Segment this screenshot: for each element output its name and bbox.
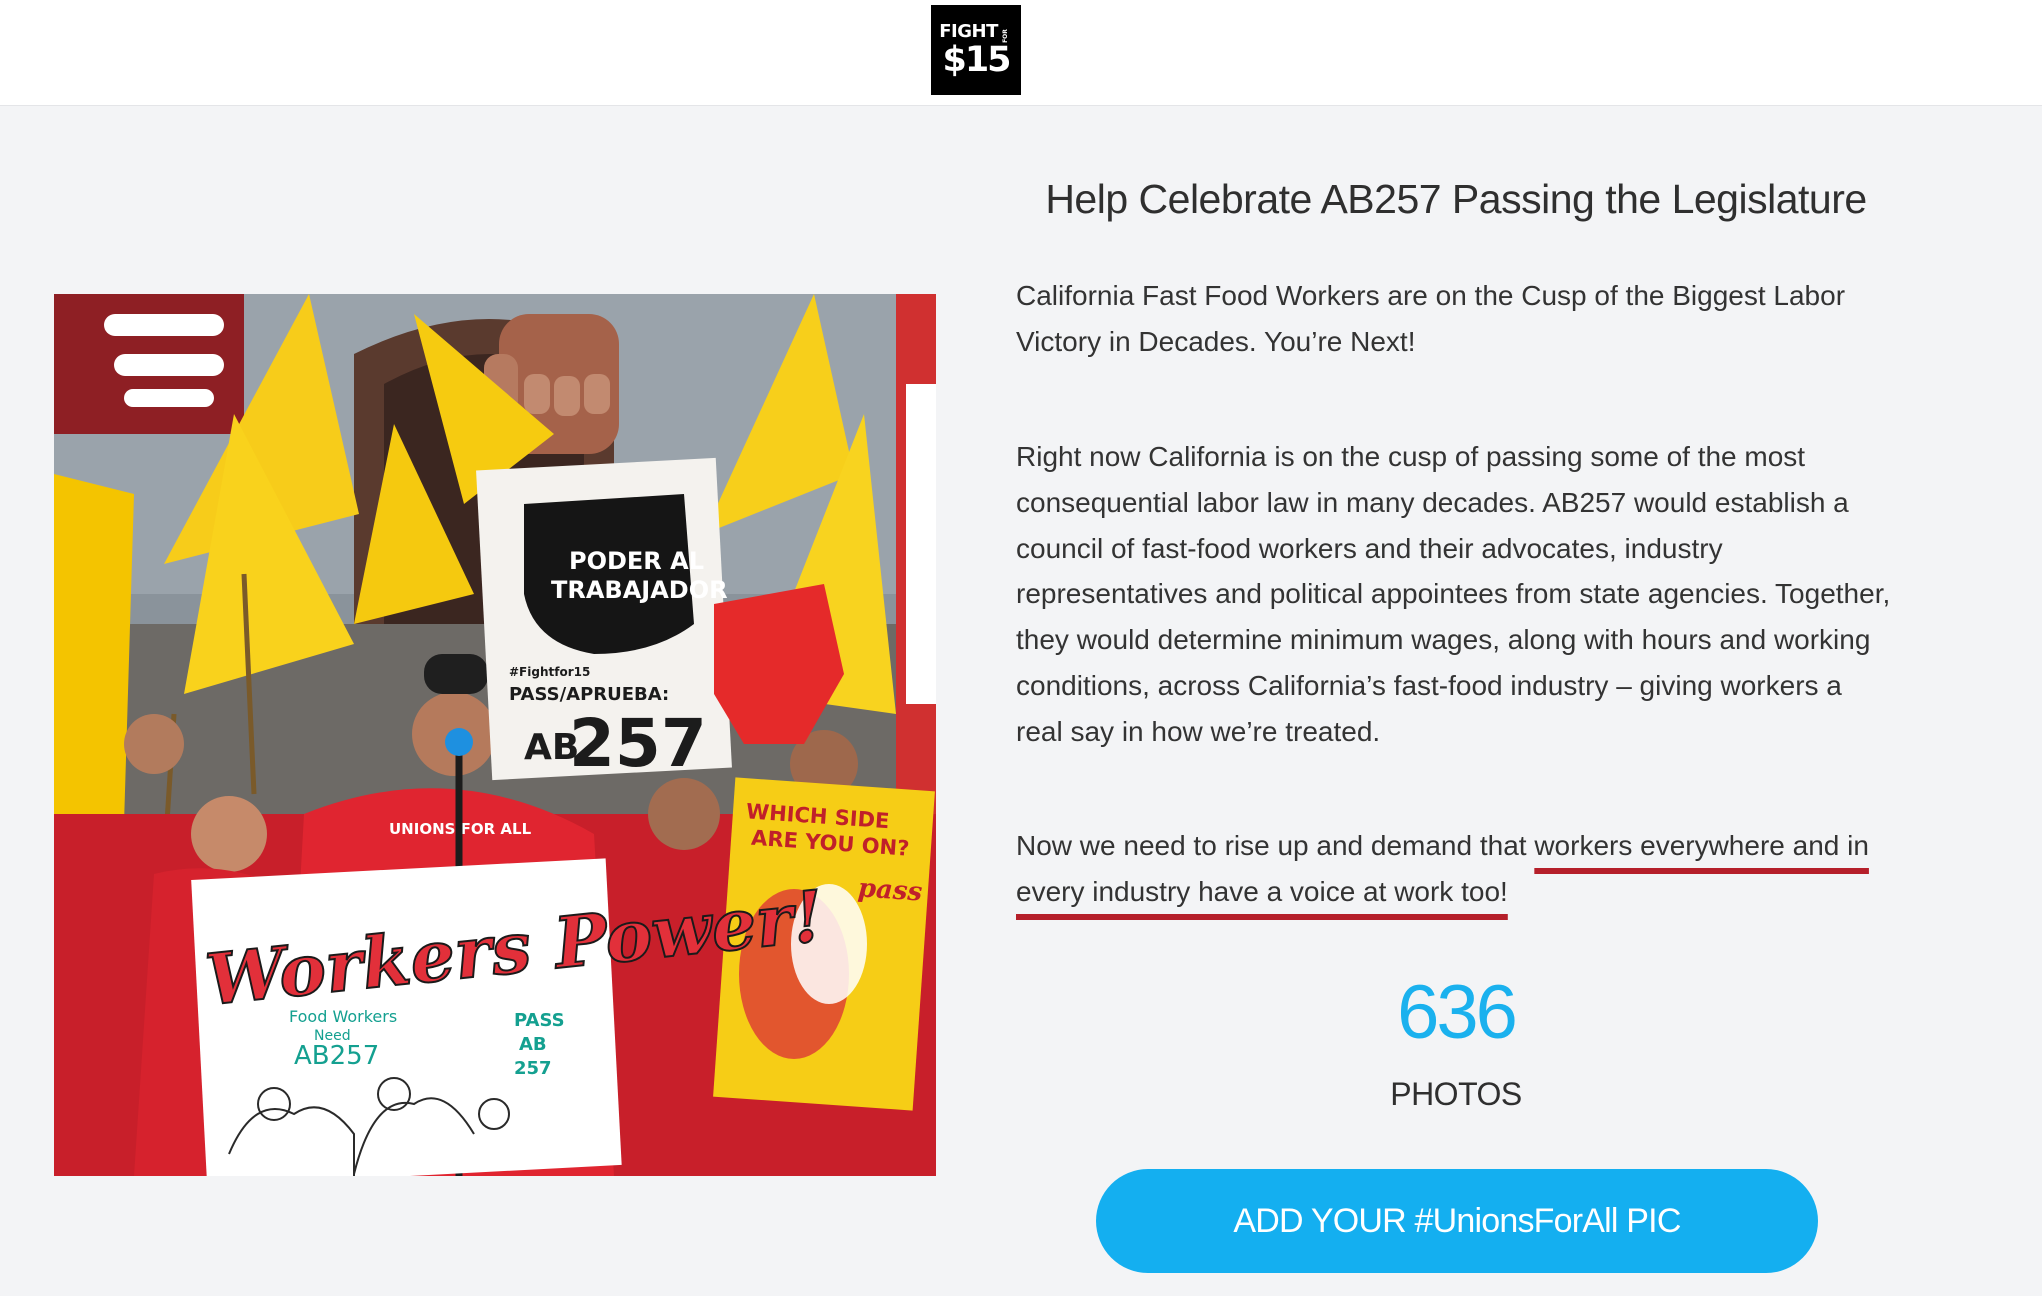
svg-text:Food Workers: Food Workers [289, 1007, 397, 1026]
site-header: FIGHT FOR $15 [0, 0, 2042, 106]
add-your-pic-button[interactable]: ADD YOUR #UnionsForAll PIC [1096, 1169, 1818, 1273]
svg-text:PASS: PASS [514, 1010, 565, 1031]
svg-text:#Fightfor15: #Fightfor15 [509, 665, 590, 679]
svg-text:AB: AB [519, 1034, 547, 1055]
logo-line-1: FIGHT FOR [939, 20, 1009, 43]
svg-text:AB257: AB257 [294, 1041, 379, 1071]
svg-text:PODER AL: PODER AL [569, 547, 704, 575]
hero-photo: UNIONS FOR ALL PODER AL TRABAJADOR #Figh… [54, 294, 936, 1176]
intro-paragraph: California Fast Food Workers are on the … [1016, 280, 1846, 357]
call-to-action-paragraph: Now we need to rise up and demand that w… [1016, 823, 1896, 915]
call-to-action-text: Now we need to rise up and demand that [1016, 830, 1535, 861]
fight-for-15-logo[interactable]: FIGHT FOR $15 [931, 5, 1021, 95]
svg-text:pass: pass [857, 873, 924, 907]
body-paragraph: Right now California is on the cusp of p… [1016, 441, 1891, 747]
svg-text:TRABAJADOR: TRABAJADOR [551, 576, 728, 604]
photo-counter-label: PHOTOS [1390, 1076, 1522, 1112]
svg-text:PASS/APRUEBA:: PASS/APRUEBA: [509, 684, 669, 705]
svg-text:257: 257 [569, 705, 707, 782]
svg-text:257: 257 [514, 1058, 552, 1079]
poder-al-trabajador-sign: PODER AL TRABAJADOR #Fightfor15 PASS/APR… [476, 457, 732, 782]
photo-counter-value: 636 [1397, 970, 1518, 1055]
logo-amount: $15 [942, 39, 1011, 80]
page-title: Help Celebrate AB257 Passing the Legisla… [1045, 176, 1867, 222]
